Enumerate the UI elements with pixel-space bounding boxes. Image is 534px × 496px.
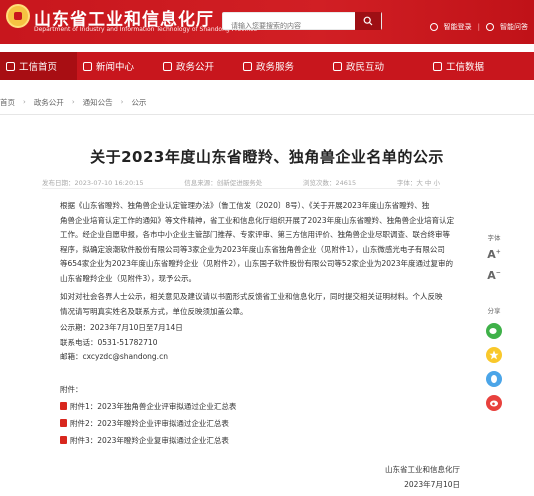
article-meta: 发布日期：2023-07-10 16:20:15 信息来源：创新促进服务处 浏览… [42,177,440,187]
search-input[interactable] [231,18,351,34]
breadcrumb-separator: › [23,98,26,106]
nav-item-data[interactable]: 工信数据 [427,52,534,80]
font-up-label: A [487,248,496,261]
article-paragraph-1: 根据《山东省瞪羚、独角兽企业认定管理办法》（鲁工信发〔2020〕8号）、《关于开… [60,199,465,287]
breadcrumb-home[interactable]: 首页 [0,97,15,108]
nav-item-interaction[interactable]: 政民互动 [327,52,427,80]
service-icon [243,61,252,71]
top-links: 智能登录 | 智能问答 [429,22,528,32]
qa-link[interactable]: 智能问答 [500,22,528,32]
signature-org: 山东省工业和信息化厅 [385,465,460,474]
nav-item-label: 政务公开 [176,62,215,73]
site-header: 山东省工业和信息化厅 Department of Industry and In… [0,0,534,44]
publicity-info: 公示期：2023年7月10日至7月14日 联系电话：0531-51782710 … [60,321,183,365]
breadcrumb-separator: › [120,98,124,106]
font-down-label: A [487,269,496,282]
search-box [222,12,382,34]
font-size-panel: 字体 A+ A− [482,232,506,282]
document-icon [163,61,172,71]
question-icon [486,23,494,31]
signature: 山东省工业和信息化厅 2023年7月10日 [385,462,460,492]
paragraph-line: 等654家企业为2023年度山东省瞪羚企业（见附件2），山东国子软件股份有限公司… [60,259,454,269]
search-button[interactable] [355,12,381,30]
wechat-share-icon[interactable] [486,323,502,339]
news-icon [83,61,92,71]
paragraph-line: 工作。经企业自愿申报，各市中小企业主管部门推荐、专家评审、第三方信用评价、独角兽… [60,230,450,240]
font-decrease-button[interactable]: A− [482,269,506,282]
attachment-link[interactable]: 附件3：2023年瞪羚企业复审拟通过企业汇总表 [60,433,236,447]
qzone-share-icon[interactable] [486,347,502,363]
nav-item-home[interactable]: 工信首页 [0,52,77,80]
pdf-file-icon [60,402,67,410]
paragraph-line: 角兽企业培育认定工作的通知》等文件精神，省工业和信息化厅组织开展了2023年度山… [60,215,455,225]
attachment-label: 附件1：2023年独角兽企业评审拟通过企业汇总表 [70,401,237,411]
page-title: 关于2023年度山东省瞪羚、独角兽企业名单的公示 [90,148,444,166]
breadcrumb-separator: › [71,98,75,106]
link-separator: | [477,23,480,31]
breadcrumb: 首页 › 政务公开 › 通知公告 › 公示 [0,94,534,110]
nav-item-gov-info[interactable]: 政务公开 [157,52,237,80]
paragraph-line: 山东省瞪羚企业（见附件3），现予公示。 [60,273,197,283]
attachment-label: 附件3：2023年瞪羚企业复审拟通过企业汇总表 [70,435,229,445]
data-icon [433,61,442,71]
attachment-label: 附件2：2023年瞪羚企业评审拟通过企业汇总表 [70,418,229,428]
nav-item-news[interactable]: 新闻中心 [77,52,157,80]
paragraph-line: 情况请写明真实姓名及联系方式，单位反映须加盖公章。 [60,306,248,316]
attachment-link[interactable]: 附件2：2023年瞪羚企业评审拟通过企业汇总表 [60,416,236,430]
wechat-icon [489,328,497,334]
paragraph-line: 如对对社会各界人士公示，相关意见及建议请以书面形式反馈省工业和信息化厅，同时提交… [60,292,443,301]
search-icon [363,16,373,26]
contact-email[interactable]: 邮箱：cxcyzdc@shandong.cn [60,350,183,365]
share-label: 分享 [487,307,501,315]
breadcrumb-notices[interactable]: 通知公告 [83,97,113,108]
pdf-file-icon [60,419,67,427]
nav-item-label: 政民互动 [346,62,385,73]
weibo-icon [490,400,498,407]
font-label: 字体 [487,234,501,242]
article-paragraph-2: 如对对社会各界人士公示，相关意见及建议请以书面形式反馈省工业和信息化厅，同时提交… [60,290,465,319]
publish-date: 发布日期：2023-07-10 16:20:15 [42,179,144,187]
paragraph-line: 根据《山东省瞪羚、独角兽企业认定管理办法》（鲁工信发〔2020〕8号）、《关于开… [60,201,430,210]
nav-item-label: 工信数据 [446,62,485,73]
view-count: 浏览次数：24615 [302,179,357,187]
font-increase-button[interactable]: A+ [482,248,506,261]
chat-icon [333,61,342,71]
home-icon [6,61,15,71]
qq-icon [491,375,497,383]
attachments-list: 附件1：2023年独角兽企业评审拟通过企业汇总表 附件2：2023年瞪羚企业评审… [60,399,236,450]
signature-date: 2023年7月10日 [404,480,460,489]
nav-item-label: 政务服务 [256,62,295,73]
contact-phone: 联系电话：0531-51782710 [60,337,158,347]
divider [42,188,440,189]
publicity-period: 公示期：2023年7月10日至7月14日 [60,323,183,332]
attachments-label: 附件： [60,385,83,394]
paragraph-line: 程序，拟确定浪潮软件股份有限公司等3家企业为2023年度山东省独角兽企业（见附件… [60,244,445,254]
weibo-share-icon[interactable] [486,395,502,411]
user-icon [429,23,438,31]
nav-item-gov-service[interactable]: 政务服务 [237,52,327,80]
attachment-link[interactable]: 附件1：2023年独角兽企业评审拟通过企业汇总表 [60,399,236,413]
national-emblem-icon [6,4,30,28]
main-nav: 工信首页 新闻中心 政务公开 政务服务 政民互动 工信数据 [0,52,534,80]
share-panel: 分享 [482,305,506,419]
qq-share-icon[interactable] [486,371,502,387]
pdf-file-icon [60,436,67,444]
star-icon [489,350,499,360]
font-size-options[interactable]: 字体：大 中 小 [397,177,440,187]
divider [0,114,534,115]
breadcrumb-publicity[interactable]: 公示 [131,97,146,108]
nav-item-label: 工信首页 [19,62,58,73]
nav-item-label: 新闻中心 [96,62,135,73]
breadcrumb-gov-info[interactable]: 政务公开 [34,97,64,108]
info-source: 信息来源：创新促进服务处 [184,179,263,187]
login-link[interactable]: 智能登录 [444,22,472,32]
